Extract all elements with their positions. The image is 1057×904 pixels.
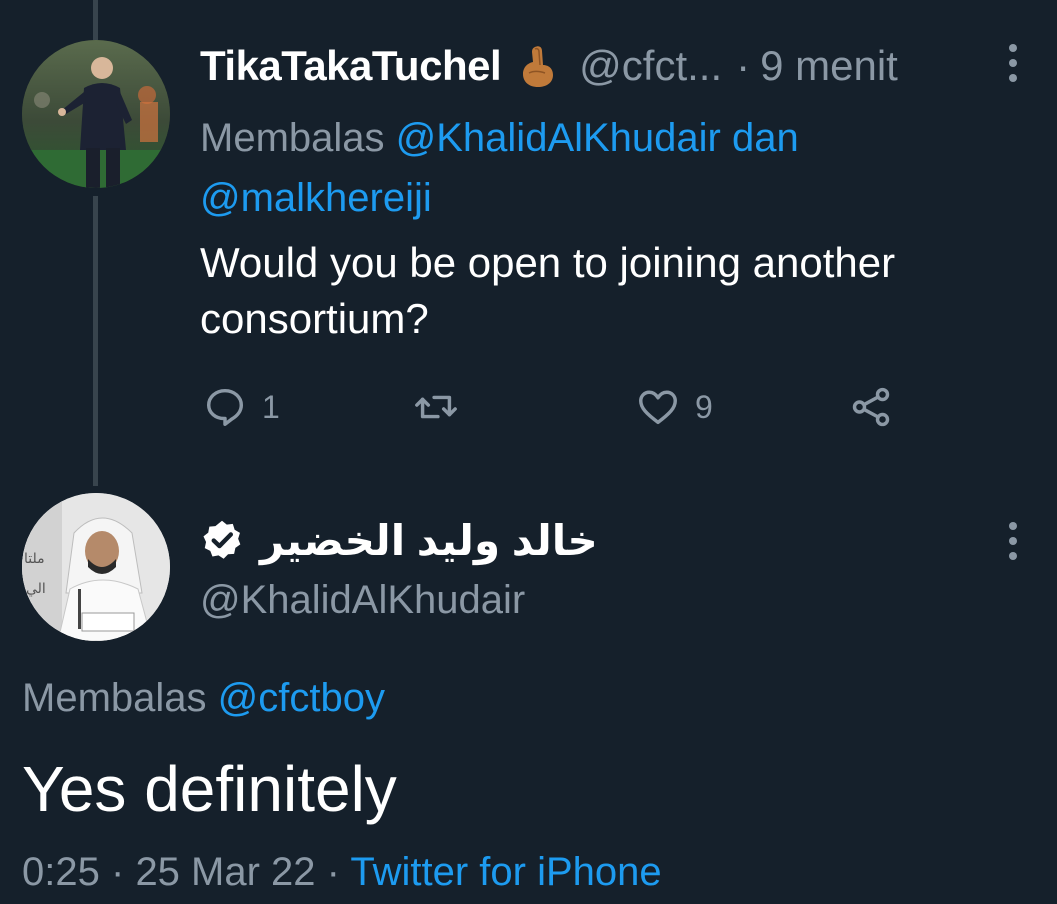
reply-count: 1 — [262, 388, 280, 425]
mention-khalidalkhudair[interactable]: @KhalidAlKhudair — [396, 116, 721, 160]
svg-text:الي: الي — [26, 581, 46, 597]
tweet2-display-name[interactable]: خالد وليد الخضير — [260, 516, 598, 565]
tweet1-time[interactable]: 9 menit — [760, 42, 898, 90]
share-icon — [852, 387, 890, 427]
more-options-icon[interactable] — [1008, 522, 1018, 560]
avatar-image: ملتا الي — [22, 493, 170, 641]
retweet-icon — [415, 395, 457, 419]
heart-icon — [639, 390, 677, 425]
reply-prefix: Membalas — [22, 676, 207, 720]
verified-badge-icon — [203, 520, 241, 559]
tweet2-name-row: خالد وليد الخضير — [200, 512, 598, 568]
like-button[interactable]: 9 — [635, 380, 713, 434]
thread-line-top — [93, 0, 98, 40]
reply-prefix: Membalas — [200, 116, 385, 160]
avatar-khalidalkhudair[interactable]: ملتا الي — [22, 493, 170, 641]
tweet1-display-name[interactable]: TikaTakaTuchel — [200, 42, 502, 90]
svg-text:ملتا: ملتا — [24, 551, 45, 567]
reply-icon — [206, 388, 244, 426]
tweet2-meta: 0:25 · 25 Mar 22 · Twitter for iPhone — [22, 850, 662, 895]
like-count: 9 — [695, 388, 713, 425]
share-button[interactable] — [848, 380, 894, 434]
tweet2-time[interactable]: 0:25 — [22, 850, 100, 894]
tweet2-reply-context: Membalas @cfctboy — [22, 676, 385, 721]
tweet1-separator: · — [736, 42, 751, 89]
thread-line-connector — [93, 196, 98, 486]
tweet1-text: Would you be open to joining another con… — [200, 239, 896, 342]
mention-cfctboy[interactable]: @cfctboy — [218, 676, 385, 720]
tweet2-text: Yes definitely — [22, 753, 397, 825]
reply-joiner[interactable]: dan — [732, 116, 799, 160]
meta-separator: · — [326, 850, 340, 894]
pinched-fingers-icon — [523, 46, 554, 87]
avatar-image — [22, 40, 170, 188]
tweet2-date[interactable]: 25 Mar 22 — [135, 850, 315, 894]
tweet2-handle[interactable]: @KhalidAlKhudair — [200, 578, 525, 623]
avatar-tikatakatuchel[interactable] — [22, 40, 170, 188]
retweet-button[interactable] — [413, 380, 473, 434]
tweet1-handle[interactable]: @cfct... — [579, 42, 722, 90]
more-options-icon[interactable] — [1008, 44, 1018, 82]
reply-button[interactable]: 1 — [202, 380, 280, 434]
tweet1-action-bar: 1 9 — [200, 380, 960, 434]
meta-separator: · — [110, 850, 125, 894]
mention-malkhereiji[interactable]: @malkhereiji — [200, 176, 432, 220]
tweet2-source[interactable]: Twitter for iPhone — [350, 850, 661, 894]
tweet1-reply-context: Membalas @KhalidAlKhudair dan @malkherei… — [200, 108, 980, 228]
tweet1-header: TikaTakaTuchel @cfct... · 9 menit — [200, 40, 898, 92]
